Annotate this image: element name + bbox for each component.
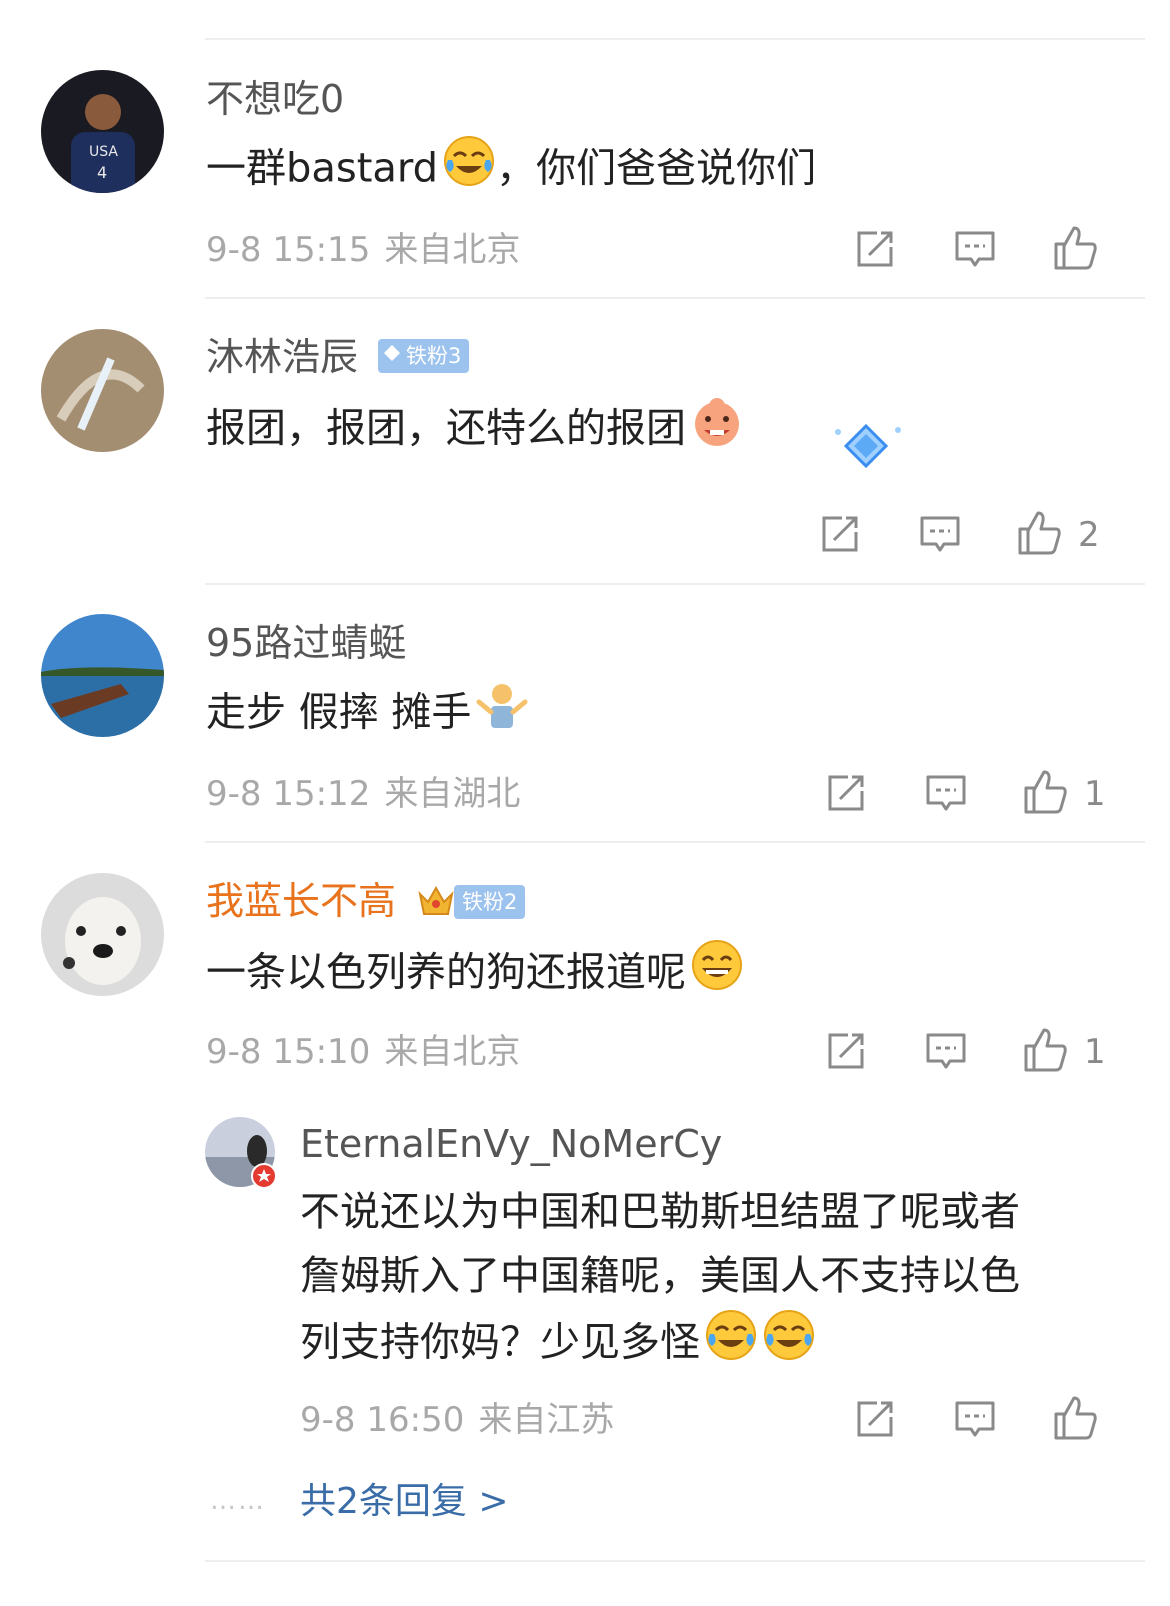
comment-meta: 9-8 15:12 来自湖北: [206, 774, 520, 814]
comment-icon[interactable]: [953, 227, 997, 271]
comment-meta: 9-8 15:15 来自北京: [206, 230, 520, 270]
reply-line-last: 列支持你妈？少见多怪: [300, 1308, 1120, 1381]
comment-meta: 9-8 15:10 来自北京: [206, 1032, 520, 1072]
comment-icon[interactable]: [924, 771, 968, 815]
reply-meta: 9-8 16:50 来自江苏: [300, 1400, 614, 1440]
like-icon[interactable]: [1052, 1394, 1098, 1442]
view-more-replies-link[interactable]: 共2条回复 >: [300, 1480, 509, 1524]
svg-text:4: 4: [97, 163, 107, 182]
comment-text: 一群bastard ，你们爸爸说你们: [206, 134, 1136, 207]
reply-username[interactable]: EternalEnVy_NoMerCy: [300, 1121, 722, 1167]
diamond-icon: [382, 339, 402, 373]
reply-location: 来自江苏: [478, 1400, 615, 1440]
comment-divider: [205, 841, 1145, 843]
comment-username[interactable]: 沐林浩辰: [206, 334, 358, 380]
comment-time: 9-8 15:10: [206, 1032, 371, 1072]
top-divider: [205, 38, 1145, 40]
comment-location: 来自北京: [384, 230, 521, 270]
like-count: 1: [1084, 774, 1106, 814]
comment-divider: [205, 1560, 1145, 1562]
laugh-cry-emoji: [442, 134, 496, 207]
like-count: 2: [1078, 515, 1100, 555]
comment-divider: [205, 583, 1145, 585]
reply-time: 9-8 16:50: [300, 1400, 465, 1440]
like-icon[interactable]: [1052, 224, 1098, 272]
reply-dots: ……: [210, 1486, 266, 1516]
share-icon[interactable]: [853, 227, 897, 271]
comment-username[interactable]: 95路过蜻蜓: [206, 620, 406, 666]
comment-location: 来自北京: [384, 1032, 521, 1072]
comment-icon[interactable]: [918, 512, 962, 556]
laugh-emoji: [690, 938, 744, 1011]
reply-text: 不说还以为中国和巴勒斯坦结盟了呢或者 詹姆斯入了中国籍呢，美国人不支持以色 列支…: [300, 1180, 1120, 1381]
fan-badge: 铁粉3: [378, 339, 470, 373]
comment-username[interactable]: 我蓝长不高: [206, 878, 396, 924]
laugh-cry-emoji: [762, 1308, 816, 1381]
reply-line: 詹姆斯入了中国籍呢，美国人不支持以色: [300, 1253, 1020, 1299]
share-icon[interactable]: [818, 512, 862, 556]
reply-line: 不说还以为中国和巴勒斯坦结盟了呢或者: [300, 1189, 1020, 1235]
share-icon[interactable]: [824, 1029, 868, 1073]
comment-time: 9-8 15:12: [206, 774, 371, 814]
like-icon[interactable]: [1022, 768, 1068, 816]
verified-badge-icon: [251, 1163, 277, 1193]
share-icon[interactable]: [853, 1397, 897, 1441]
comment-text: 报团，报团，还特么的报团: [206, 394, 906, 467]
shrug-emoji: [475, 678, 529, 751]
like-icon[interactable]: [1022, 1026, 1068, 1074]
laugh-cry-emoji: [704, 1308, 758, 1381]
crown-icon: [416, 880, 456, 924]
avatar[interactable]: [41, 873, 164, 996]
comment-time: 9-8 15:15: [206, 230, 371, 270]
diamond-fan-decoration-icon: [830, 420, 906, 476]
svg-text:USA: USA: [89, 144, 118, 160]
comment-location: 来自湖北: [384, 774, 521, 814]
grin-emoji: [690, 394, 744, 467]
avatar[interactable]: [41, 614, 164, 737]
like-count: 1: [1084, 1032, 1106, 1072]
fan-badge: 铁粉2: [454, 885, 526, 919]
comment-username[interactable]: 不想吃0: [206, 76, 344, 122]
like-icon[interactable]: [1016, 509, 1062, 557]
share-icon[interactable]: [824, 771, 868, 815]
avatar[interactable]: USA 4: [41, 70, 164, 193]
comment-icon[interactable]: [953, 1397, 997, 1441]
comment-icon[interactable]: [924, 1029, 968, 1073]
badge-label: 铁粉3: [406, 344, 462, 368]
comment-text: 一条以色列养的狗还报道呢: [206, 938, 1136, 1011]
comment-divider: [205, 297, 1145, 299]
avatar[interactable]: [41, 329, 164, 452]
badge-label: 铁粉2: [462, 890, 518, 914]
comment-text: 走步 假摔 摊手: [206, 678, 1136, 751]
